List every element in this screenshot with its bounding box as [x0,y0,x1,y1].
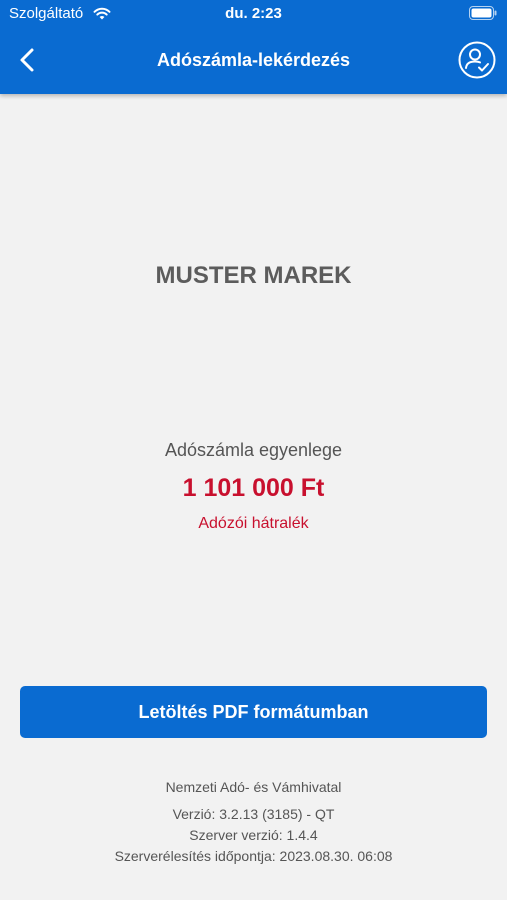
balance-status: Adózói hátralék [198,515,309,532]
page-title: Adószámla-lekérdezés [156,50,351,70]
footer-server-reach-time: Szerverélesítés időpontja: 2023.08.30. 0… [114,848,393,864]
navigation-bar: Adószámla-lekérdezés [0,36,507,86]
footer-agency: Nemzeti Adó- és Vámhivatal [165,779,342,795]
balance-label: Adószámla egyenlege [164,440,343,460]
footer-server-version: Szerver verzió: 1.4.4 [189,827,318,843]
download-pdf-button[interactable]: Letöltés PDF formátumban [20,686,487,738]
profile-check-icon[interactable] [457,40,497,80]
status-bar: Szolgáltató du. 2:23 [0,0,507,28]
account-holder-name: MUSTER MAREK [155,262,352,289]
app-header: Szolgáltató du. 2:23 Adószámla-lekérdezé… [0,0,507,94]
balance-amount: 1 101 000 Ft [182,474,325,502]
battery-icon [469,6,497,20]
clock: du. 2:23 [225,5,282,22]
footer-version: Verzió: 3.2.13 (3185) - QT [172,806,335,822]
